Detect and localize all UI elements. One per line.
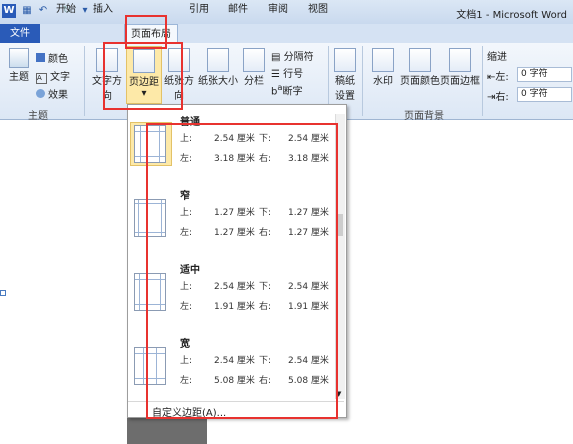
ribbon-separator bbox=[482, 46, 483, 116]
highlight-box-options bbox=[146, 123, 338, 419]
indent-title: 缩进 bbox=[487, 52, 507, 63]
selection-handle[interactable] bbox=[0, 290, 6, 296]
page-borders-icon bbox=[449, 48, 471, 72]
tab-insert[interactable]: 插入 bbox=[87, 2, 119, 18]
tab-references[interactable]: 引用 bbox=[186, 2, 212, 18]
draft-paper-button[interactable]: 稿纸 设置 bbox=[332, 48, 358, 102]
line-numbers-icon: ☰ bbox=[271, 69, 284, 80]
tab-view[interactable]: 视图 bbox=[302, 2, 334, 18]
line-numbers-button[interactable]: ☰ 行号 bbox=[271, 65, 303, 80]
themes-label: 主题 bbox=[9, 72, 29, 83]
tab-file[interactable]: 文件 bbox=[0, 24, 40, 43]
ribbon-separator bbox=[84, 46, 85, 116]
page-color-icon bbox=[409, 48, 431, 72]
ribbon-separator bbox=[362, 46, 363, 116]
indent-right-field[interactable]: 0 字符 bbox=[517, 87, 572, 102]
watermark-icon bbox=[372, 48, 394, 72]
paper-size-icon bbox=[207, 48, 229, 72]
theme-fonts-button[interactable]: A 文字 bbox=[36, 68, 70, 84]
breaks-icon: ▤ bbox=[271, 52, 284, 63]
theme-colors-button[interactable]: 颜色 bbox=[36, 50, 68, 65]
tab-mailings[interactable]: 邮件 bbox=[222, 2, 254, 18]
save-icon[interactable]: ▦ bbox=[20, 4, 34, 18]
hyphenation-button[interactable]: ba断字 bbox=[271, 82, 302, 97]
indent-right-label: ⇥右: bbox=[487, 92, 509, 103]
breaks-button[interactable]: ▤ 分隔符 bbox=[271, 48, 314, 63]
themes-icon bbox=[9, 48, 29, 68]
undo-icon[interactable]: ↶ bbox=[36, 4, 50, 18]
paper-size-button[interactable]: 纸张大小 bbox=[198, 48, 238, 87]
ribbon-tabs bbox=[0, 24, 573, 43]
page-color-button[interactable]: 页面颜色 bbox=[400, 48, 440, 87]
page-borders-button[interactable]: 页面边框 bbox=[440, 48, 480, 87]
colors-icon bbox=[36, 53, 45, 62]
effects-icon bbox=[36, 89, 45, 98]
document-page-left bbox=[0, 120, 127, 444]
draft-paper-icon bbox=[334, 48, 356, 72]
columns-button[interactable]: 分栏 bbox=[242, 48, 266, 87]
watermark-button[interactable]: 水印 bbox=[368, 48, 398, 87]
highlight-box-margins bbox=[103, 42, 183, 110]
word-logo-icon[interactable]: W bbox=[2, 4, 16, 18]
fonts-icon: A bbox=[36, 73, 47, 84]
theme-effects-button[interactable]: 效果 bbox=[36, 86, 68, 101]
indent-left-field[interactable]: 0 字符 bbox=[517, 67, 572, 82]
indent-left-label: ⇤左: bbox=[487, 72, 509, 83]
themes-button[interactable]: 主题 bbox=[6, 48, 32, 83]
window-title: 文档1 - Microsoft Word bbox=[456, 10, 567, 21]
tab-home[interactable]: 开始 bbox=[50, 2, 82, 18]
tab-review[interactable]: 审阅 bbox=[262, 2, 294, 18]
columns-icon bbox=[243, 48, 265, 72]
